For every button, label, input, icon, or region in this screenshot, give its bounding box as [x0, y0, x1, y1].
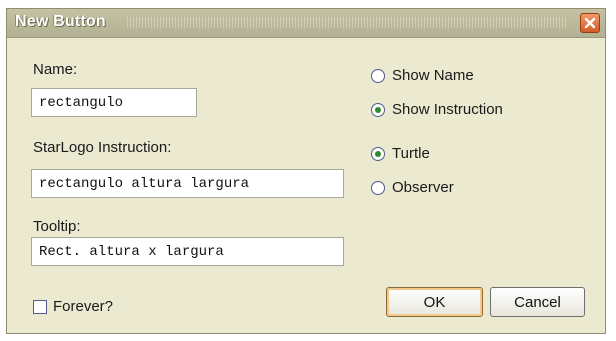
turtle-label: Turtle: [392, 145, 430, 162]
observer-label: Observer: [392, 179, 454, 196]
forever-checkbox[interactable]: [33, 299, 47, 314]
forever-label: Forever?: [53, 298, 114, 315]
turtle-radio[interactable]: Turtle: [371, 145, 430, 162]
show-instruction-radio[interactable]: Show Instruction: [371, 101, 503, 118]
show-instruction-radio-button[interactable]: [371, 102, 385, 117]
name-label: Name:: [33, 61, 78, 78]
instruction-input[interactable]: [31, 169, 344, 198]
show-name-label: Show Name: [392, 67, 474, 84]
title-bar[interactable]: New Button: [7, 9, 605, 38]
observer-radio-button[interactable]: [371, 180, 385, 195]
new-button-dialog: New Button Name: StarLogo Instruction: T…: [6, 8, 606, 334]
instruction-label: StarLogo Instruction:: [33, 139, 172, 156]
dialog-title: New Button: [15, 13, 106, 30]
show-name-radio-button[interactable]: [371, 68, 385, 83]
show-instruction-label: Show Instruction: [392, 101, 503, 118]
observer-radio[interactable]: Observer: [371, 179, 454, 196]
show-name-radio[interactable]: Show Name: [371, 67, 474, 84]
name-input[interactable]: [31, 88, 197, 117]
title-bar-texture: [127, 17, 567, 28]
cancel-button[interactable]: Cancel: [490, 287, 585, 317]
close-button[interactable]: [580, 13, 600, 33]
tooltip-input[interactable]: [31, 237, 344, 266]
forever-checkbox-row[interactable]: Forever?: [33, 298, 113, 315]
tooltip-label: Tooltip:: [33, 218, 81, 235]
turtle-radio-button[interactable]: [371, 146, 385, 161]
ok-button[interactable]: OK: [386, 287, 483, 317]
close-icon: [584, 17, 596, 29]
